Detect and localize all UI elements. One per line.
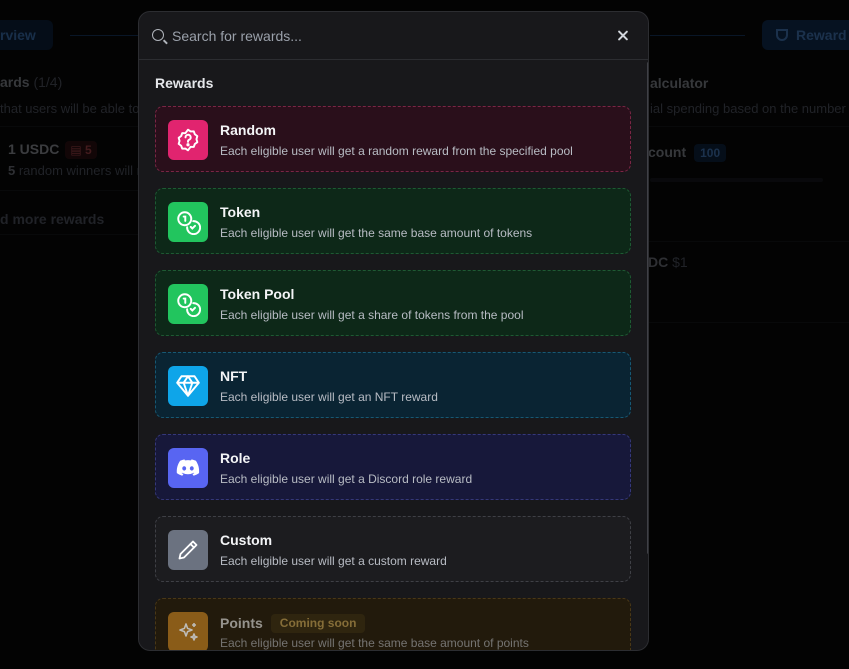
sparkles-icon: [168, 612, 208, 650]
reward-option-title: Role: [220, 450, 251, 466]
reward-option-title: Custom: [220, 532, 273, 548]
reward-option-title: NFT: [220, 368, 248, 384]
reward-option-token-pool[interactable]: Token Pool Each eligible user will get a…: [155, 270, 631, 336]
search-icon: [152, 29, 164, 41]
reward-option-title: Token: [220, 204, 261, 220]
reward-option-desc: Each eligible user will get a Discord ro…: [220, 472, 473, 486]
reward-option-random[interactable]: Random Each eligible user will get a ran…: [155, 106, 631, 172]
reward-option-role[interactable]: Role Each eligible user will get a Disco…: [155, 434, 631, 500]
scrollbar[interactable]: [647, 62, 648, 554]
reward-option-title-text: Points: [220, 615, 263, 631]
search-bar: [139, 12, 648, 60]
search-input[interactable]: [172, 24, 572, 48]
random-icon: [168, 120, 208, 160]
diamond-icon: [168, 366, 208, 406]
reward-picker-modal: Rewards Random Each eligible user will g…: [138, 11, 649, 651]
reward-option-desc: Each eligible user will get a random rew…: [220, 144, 573, 158]
reward-option-custom[interactable]: Custom Each eligible user will get a cus…: [155, 516, 631, 582]
coins-icon: [168, 284, 208, 324]
close-icon[interactable]: [614, 27, 632, 45]
coins-icon: [168, 202, 208, 242]
reward-option-title: Random: [220, 122, 276, 138]
coming-soon-badge: Coming soon: [270, 614, 366, 633]
reward-option-desc: Each eligible user will get a share of t…: [220, 308, 524, 322]
reward-option-nft[interactable]: NFT Each eligible user will get an NFT r…: [155, 352, 631, 418]
reward-option-desc: Each eligible user will get the same bas…: [220, 226, 533, 240]
reward-option-points: Points Coming soon Each eligible user wil…: [155, 598, 631, 650]
reward-option-desc: Each eligible user will get the same bas…: [220, 636, 529, 650]
discord-icon: [168, 448, 208, 488]
reward-option-desc: Each eligible user will get an NFT rewar…: [220, 390, 438, 404]
pencil-icon: [168, 530, 208, 570]
reward-option-token[interactable]: Token Each eligible user will get the sa…: [155, 188, 631, 254]
section-title: Rewards: [155, 75, 214, 91]
reward-option-title: Token Pool: [220, 286, 295, 302]
reward-option-title: Points Coming soon: [220, 614, 366, 633]
reward-option-desc: Each eligible user will get a custom rew…: [220, 554, 447, 568]
